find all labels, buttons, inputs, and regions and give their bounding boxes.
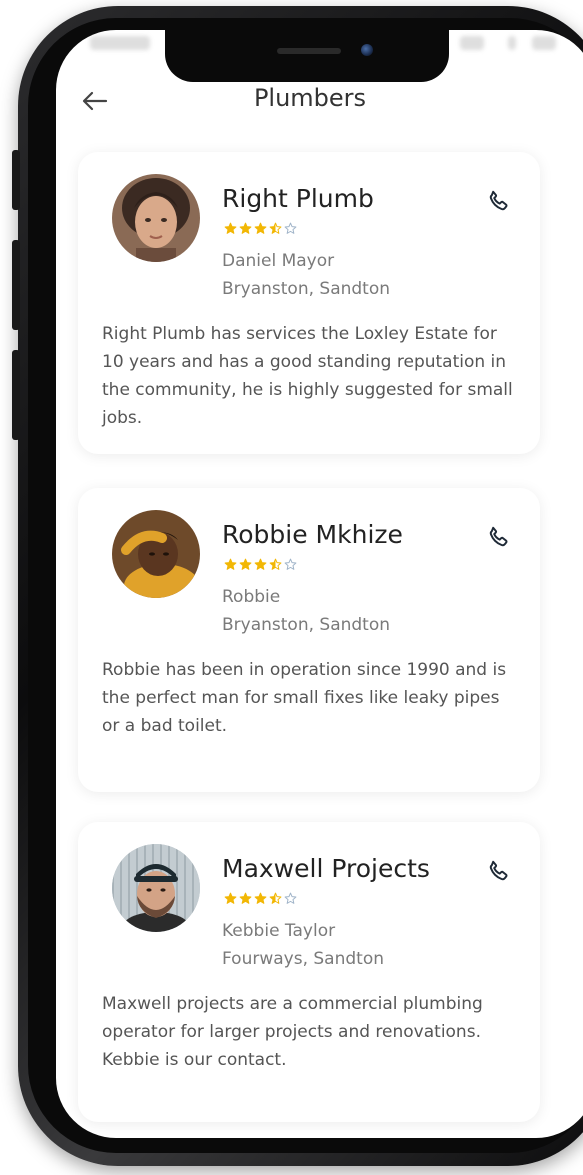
rating-stars	[224, 222, 297, 235]
star-filled-icon	[254, 558, 267, 570]
speaker	[277, 48, 341, 54]
signal-icon	[460, 36, 484, 50]
contact-info: Daniel Mayor Bryanston, Sandton	[222, 247, 390, 303]
plumber-card[interactable]: Robbie Mkhize Robbie Bryanston, Sandton …	[78, 488, 540, 792]
location: Bryanston, Sandton	[222, 279, 391, 299]
plumber-name: Robbie Mkhize	[222, 520, 403, 549]
avatar-image	[112, 174, 200, 262]
star-half-icon	[269, 892, 282, 904]
phone-icon	[489, 190, 508, 211]
app-stage: Plumbers Right Plumb Daniel Mayor Bryans…	[0, 0, 583, 1175]
plumber-card[interactable]: Maxwell Projects Kebbie Taylor Fourways,…	[78, 822, 540, 1122]
star-filled-icon	[239, 558, 252, 570]
star-filled-icon	[239, 892, 252, 904]
phone-icon	[489, 860, 508, 881]
rating-stars	[224, 558, 297, 571]
avatar	[112, 510, 200, 598]
avatar-image	[112, 510, 200, 598]
plumber-name: Maxwell Projects	[222, 854, 430, 883]
phone-side-button	[12, 240, 20, 330]
status-bar-time	[90, 36, 150, 50]
avatar-image	[112, 844, 200, 932]
call-button[interactable]	[484, 186, 514, 216]
star-half-icon	[269, 222, 282, 234]
avatar	[112, 844, 200, 932]
location: Fourways, Sandton	[222, 949, 384, 969]
plumber-name: Right Plumb	[222, 184, 374, 213]
call-button[interactable]	[484, 856, 514, 886]
contact-info: Robbie Bryanston, Sandton	[222, 583, 390, 639]
wifi-icon	[508, 36, 516, 50]
plumber-card[interactable]: Right Plumb Daniel Mayor Bryanston, Sand…	[78, 152, 540, 454]
star-empty-icon	[284, 222, 297, 234]
phone-icon	[489, 526, 508, 547]
contact-person: Robbie	[222, 587, 281, 607]
phone-screen: Plumbers Right Plumb Daniel Mayor Bryans…	[56, 30, 583, 1138]
app-header: Plumbers	[56, 78, 583, 138]
contact-person: Daniel Mayor	[222, 251, 335, 271]
avatar	[112, 174, 200, 262]
star-filled-icon	[224, 892, 237, 904]
plumber-description: Maxwell projects are a commercial plumbi…	[102, 994, 483, 1070]
front-camera	[361, 44, 373, 56]
battery-icon	[532, 36, 556, 50]
star-filled-icon	[224, 222, 237, 234]
phone-side-button	[12, 350, 20, 440]
star-empty-icon	[284, 892, 297, 904]
star-filled-icon	[254, 892, 267, 904]
star-filled-icon	[239, 222, 252, 234]
star-half-icon	[269, 558, 282, 570]
page-title: Plumbers	[253, 84, 367, 112]
contact-info: Kebbie Taylor Fourways, Sandton	[222, 917, 384, 973]
rating-stars	[224, 892, 297, 905]
location: Bryanston, Sandton	[222, 615, 391, 635]
star-filled-icon	[224, 558, 237, 570]
call-button[interactable]	[484, 522, 514, 552]
star-empty-icon	[284, 558, 297, 570]
phone-side-button	[12, 150, 20, 210]
plumber-description: Robbie has been in operation since 1990 …	[102, 660, 507, 736]
plumber-description: Right Plumb has services the Loxley Esta…	[102, 324, 513, 428]
contact-person: Kebbie Taylor	[222, 921, 336, 941]
notch	[165, 30, 449, 82]
star-filled-icon	[254, 222, 267, 234]
